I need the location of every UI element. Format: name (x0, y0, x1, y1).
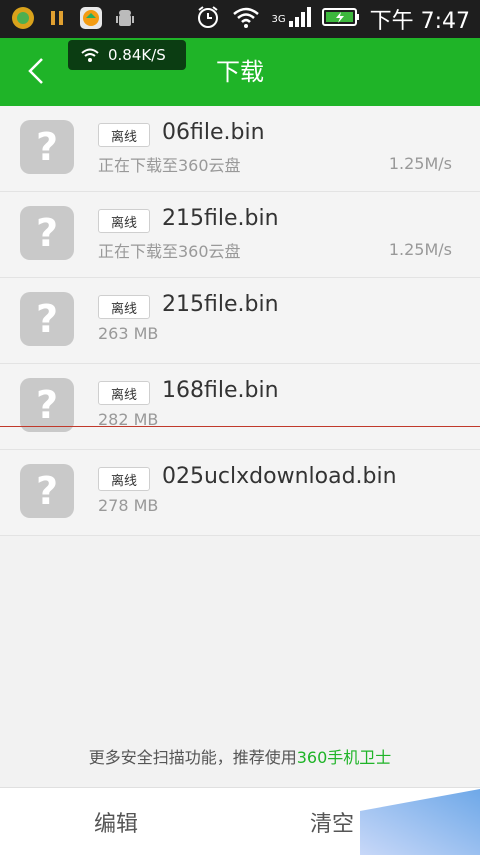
download-item[interactable]: ? 离线 215file.bin 263 MB (0, 278, 480, 364)
pause-icon (44, 5, 70, 31)
unknown-file-icon: ? (20, 292, 74, 346)
offline-badge: 离线 (98, 295, 150, 319)
download-item[interactable]: ? 离线 215file.bin 正在下载至360云盘 1.25M/s (0, 192, 480, 278)
back-button[interactable] (22, 56, 52, 86)
battery-icon (321, 7, 360, 31)
alarm-icon (195, 4, 221, 34)
wifi-icon (81, 48, 99, 62)
file-name: 025uclxdownload.bin (162, 464, 397, 489)
store-notification-icon (78, 5, 104, 31)
download-item[interactable]: ? 离线 06file.bin 正在下载至360云盘 1.25M/s (0, 106, 480, 192)
unknown-file-icon: ? (20, 464, 74, 518)
corner-decoration (360, 789, 480, 855)
unknown-file-icon: ? (20, 378, 74, 432)
wifi-icon (231, 5, 261, 33)
file-size: 278 MB (98, 496, 159, 515)
promo-link[interactable]: 360手机卫士 (297, 748, 392, 767)
download-item[interactable]: ? 离线 025uclxdownload.bin 278 MB (0, 450, 480, 536)
app-notification-icon (10, 5, 36, 31)
divider-line (0, 426, 480, 427)
download-speed: 1.25M/s (388, 240, 452, 259)
unknown-file-icon: ? (20, 206, 74, 260)
file-name: 215file.bin (162, 292, 279, 317)
offline-badge: 离线 (98, 123, 150, 147)
chevron-left-icon (28, 58, 43, 84)
download-status: 正在下载至360云盘 (98, 242, 241, 261)
file-name: 215file.bin (162, 206, 279, 231)
file-name: 168file.bin (162, 378, 279, 403)
bottom-action-bar: 编辑 清空 (0, 787, 480, 855)
promo-note: 更多安全扫描功能，推荐使用360手机卫士 (0, 744, 480, 768)
clock: 下午 7:47 (369, 9, 470, 34)
network-speed-overlay: 0.84K/S (68, 40, 186, 70)
download-list: ? 离线 06file.bin 正在下载至360云盘 1.25M/s ? 离线 … (0, 106, 480, 536)
file-size: 263 MB (98, 324, 159, 343)
network-type: 3G (271, 14, 286, 25)
edit-button[interactable]: 编辑 (94, 806, 138, 838)
status-bar: 3G 下午 7:47 (0, 0, 480, 38)
download-status: 正在下载至360云盘 (98, 156, 241, 175)
offline-badge: 离线 (98, 467, 150, 491)
file-name: 06file.bin (162, 120, 265, 145)
unknown-file-icon: ? (20, 120, 74, 174)
signal-icon (288, 5, 312, 33)
promo-text: 更多安全扫描功能，推荐使用 (88, 748, 297, 767)
network-speed-value: 0.84K/S (108, 46, 166, 64)
offline-badge: 离线 (98, 381, 150, 405)
android-debug-icon (112, 5, 138, 31)
download-speed: 1.25M/s (388, 154, 452, 173)
download-item[interactable]: ? 离线 168file.bin 282 MB (0, 364, 480, 450)
offline-badge: 离线 (98, 209, 150, 233)
